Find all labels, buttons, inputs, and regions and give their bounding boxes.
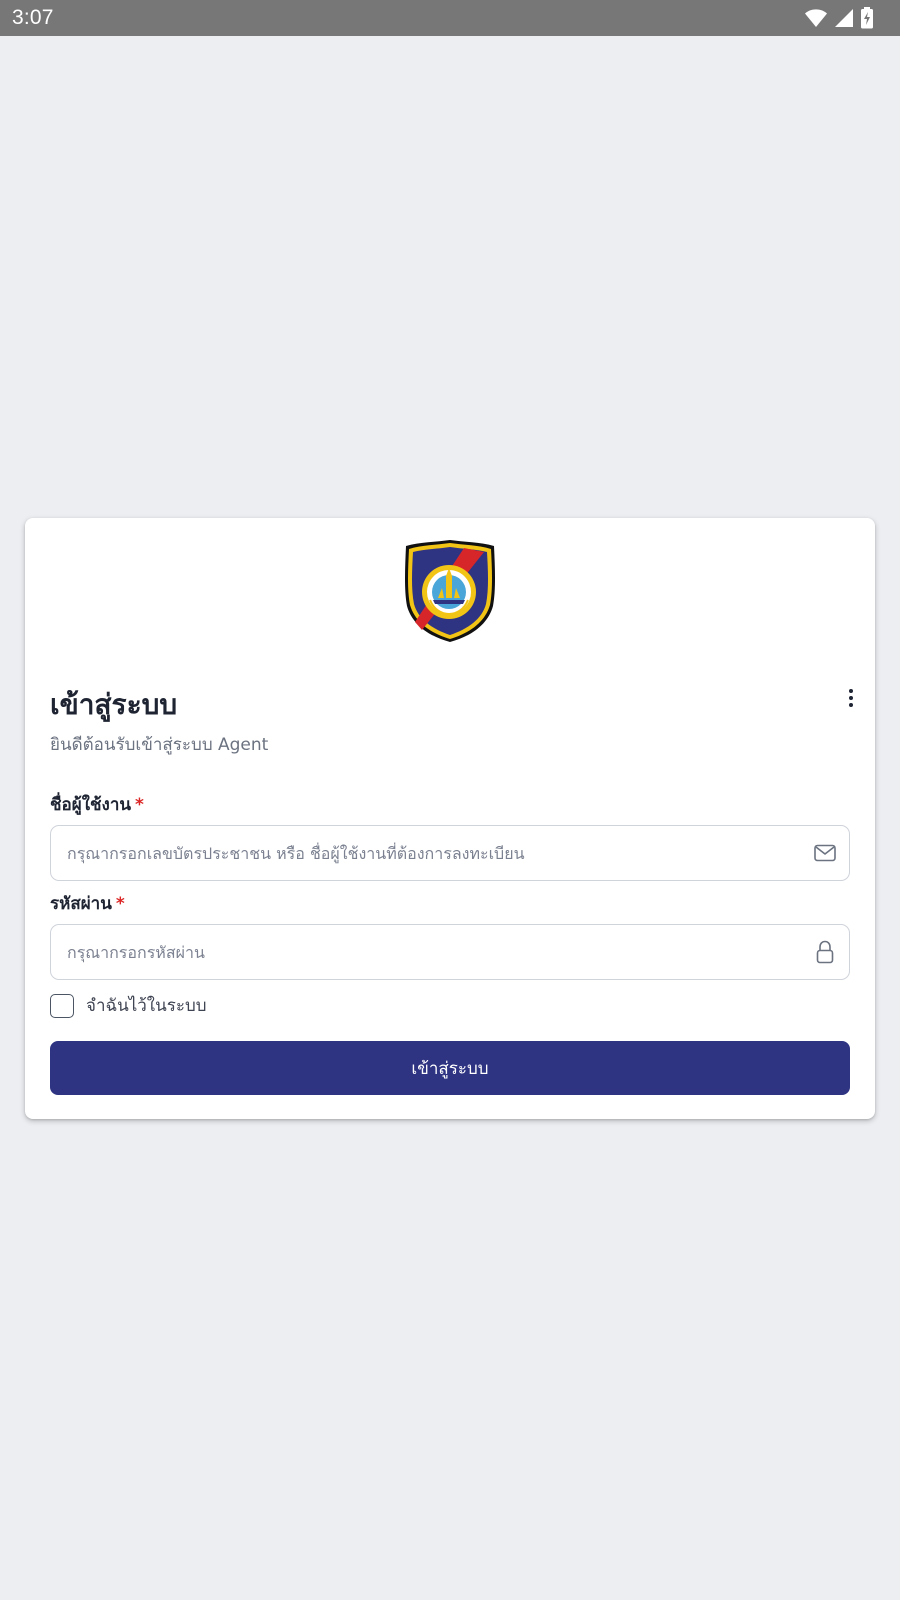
login-title: เข้าสู่ระบบ: [50, 688, 178, 721]
required-mark: *: [135, 795, 144, 815]
username-input[interactable]: [51, 826, 849, 880]
login-button[interactable]: เข้าสู่ระบบ: [50, 1041, 850, 1095]
battery-charging-icon: [860, 7, 874, 29]
lock-icon: [813, 940, 837, 964]
password-field-wrapper: [50, 924, 850, 980]
status-time: 3:07: [12, 6, 54, 29]
password-input[interactable]: [51, 925, 849, 979]
remember-me-checkbox[interactable]: [50, 993, 74, 1018]
username-label-text: ชื่อผู้ใช้งาน: [50, 795, 132, 815]
more-options-button[interactable]: [839, 684, 863, 712]
mail-icon: [813, 841, 837, 865]
password-label: รหัสผ่าน *: [50, 893, 125, 915]
required-mark: *: [115, 894, 125, 914]
tourist-police-logo: [402, 538, 498, 644]
login-card: เข้าสู่ระบบ ยินดีต้อนรับเข้าสู่ระบบ Agen…: [25, 518, 875, 1119]
remember-me[interactable]: จำฉันไว้ในระบบ: [50, 992, 207, 1019]
more-vertical-icon: [849, 689, 853, 707]
cellular-signal-icon: [834, 8, 854, 28]
username-label: ชื่อผู้ใช้งาน *: [50, 794, 144, 816]
wifi-icon: [804, 8, 828, 28]
username-field-wrapper: [50, 825, 850, 881]
status-bar: 3:07: [0, 0, 900, 36]
password-label-text: รหัสผ่าน: [50, 894, 112, 914]
status-icons: [804, 7, 874, 29]
remember-me-label: จำฉันไว้ในระบบ: [86, 996, 207, 1016]
login-subtitle: ยินดีต้อนรับเข้าสู่ระบบ Agent: [50, 735, 269, 755]
